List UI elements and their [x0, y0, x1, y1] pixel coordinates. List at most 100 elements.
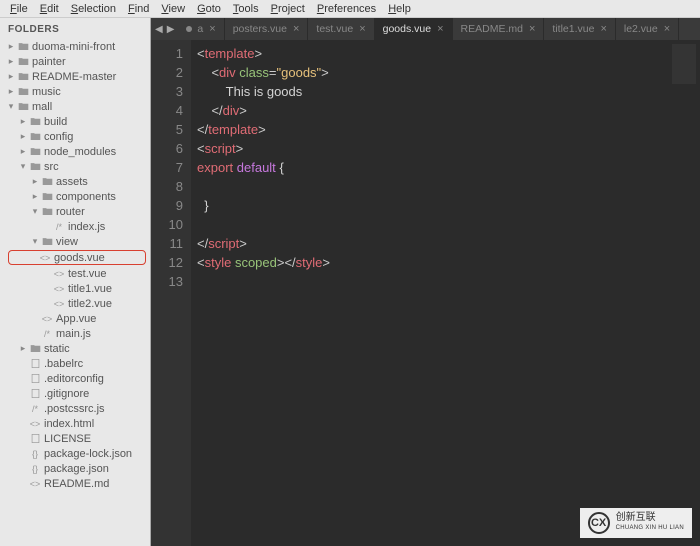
menu-tools[interactable]: Tools: [227, 3, 265, 15]
tree-item-src[interactable]: ▾src: [0, 159, 150, 174]
tree-label: README.md: [44, 478, 109, 490]
tree-label: .editorconfig: [44, 373, 104, 385]
close-icon[interactable]: ×: [209, 23, 215, 35]
tree-item-build[interactable]: ▸build: [0, 114, 150, 129]
tree-item-components[interactable]: ▸components: [0, 189, 150, 204]
tree-label: App.vue: [56, 313, 96, 325]
modified-dot-icon: [186, 26, 192, 32]
tree-item--gitignore[interactable]: .gitignore: [0, 386, 150, 401]
menu-find[interactable]: Find: [122, 3, 155, 15]
code-line[interactable]: <style scoped></style>: [197, 253, 700, 272]
expand-arrow-icon[interactable]: ▸: [18, 146, 28, 157]
menu-view[interactable]: View: [155, 3, 191, 15]
code-line[interactable]: This is goods: [197, 82, 700, 101]
folder-icon: [28, 116, 42, 127]
expand-arrow-icon[interactable]: ▸: [18, 131, 28, 142]
tree-item--postcssrc-js[interactable]: /*.postcssrc.js: [0, 401, 150, 416]
expand-arrow-icon[interactable]: ▸: [6, 86, 16, 97]
tree-item-index-js[interactable]: /*index.js: [0, 219, 150, 234]
tree-item-goods-vue[interactable]: <>goods.vue: [8, 250, 146, 265]
menu-preferences[interactable]: Preferences: [311, 3, 382, 15]
expand-arrow-icon[interactable]: ▾: [30, 236, 40, 247]
tree-item-title1-vue[interactable]: <>title1.vue: [0, 281, 150, 296]
tree-item-README-md[interactable]: <>README.md: [0, 476, 150, 491]
expand-arrow-icon[interactable]: ▾: [6, 101, 16, 112]
tree-item-README-master[interactable]: ▸README-master: [0, 69, 150, 84]
tree-item-mall[interactable]: ▾mall: [0, 99, 150, 114]
tree-item-duoma-mini-front[interactable]: ▸duoma-mini-front: [0, 39, 150, 54]
tree-item-view[interactable]: ▾view: [0, 234, 150, 249]
close-icon[interactable]: ×: [359, 23, 365, 35]
code-line[interactable]: <template>: [197, 44, 700, 63]
expand-arrow-icon[interactable]: ▸: [6, 41, 16, 52]
close-icon[interactable]: ×: [600, 23, 606, 35]
code-line[interactable]: </div>: [197, 101, 700, 120]
code-line[interactable]: [197, 272, 700, 291]
tab-label: le2.vue: [624, 23, 658, 35]
code-line[interactable]: </script>: [197, 234, 700, 253]
tree-item-App-vue[interactable]: <>App.vue: [0, 311, 150, 326]
expand-arrow-icon[interactable]: ▸: [6, 56, 16, 67]
expand-arrow-icon[interactable]: ▸: [30, 176, 40, 187]
close-icon[interactable]: ×: [437, 23, 443, 35]
expand-arrow-icon[interactable]: ▸: [18, 343, 28, 354]
code-editor[interactable]: 12345678910111213 <template> <div class=…: [151, 40, 700, 546]
code-line[interactable]: export default {: [197, 158, 700, 177]
tab-goods-vue[interactable]: goods.vue×: [375, 18, 453, 40]
expand-arrow-icon[interactable]: ▸: [30, 191, 40, 202]
code-line[interactable]: <script>: [197, 139, 700, 158]
close-icon[interactable]: ×: [529, 23, 535, 35]
tree-item-package-json[interactable]: {}package.json: [0, 461, 150, 476]
menu-help[interactable]: Help: [382, 3, 417, 15]
line-number: 10: [151, 215, 183, 234]
expand-arrow-icon[interactable]: ▾: [18, 161, 28, 172]
nav-next-icon[interactable]: ▶: [167, 24, 175, 35]
line-number: 3: [151, 82, 183, 101]
menu-goto[interactable]: Goto: [191, 3, 227, 15]
tree-label: .postcssrc.js: [44, 403, 105, 415]
tab-a[interactable]: a×: [178, 18, 224, 40]
menu-project[interactable]: Project: [265, 3, 311, 15]
menu-selection[interactable]: Selection: [65, 3, 122, 15]
code-content[interactable]: <template> <div class="goods"> This is g…: [191, 40, 700, 546]
tree-item-router[interactable]: ▾ router: [0, 204, 150, 219]
close-icon[interactable]: ×: [293, 23, 299, 35]
nav-prev-icon[interactable]: ◀: [155, 24, 163, 35]
tree-item-assets[interactable]: ▸assets: [0, 174, 150, 189]
expand-arrow-icon[interactable]: ▸: [6, 71, 16, 82]
folder-icon: [28, 131, 42, 142]
tree-item-index-html[interactable]: <>index.html: [0, 416, 150, 431]
tree-item-node_modules[interactable]: ▸node_modules: [0, 144, 150, 159]
tree-item-painter[interactable]: ▸painter: [0, 54, 150, 69]
menu-file[interactable]: File: [4, 3, 34, 15]
code-line[interactable]: <div class="goods">: [197, 63, 700, 82]
tree-item-main-js[interactable]: /*main.js: [0, 326, 150, 341]
tab-title1-vue[interactable]: title1.vue×: [544, 18, 615, 40]
code-line[interactable]: }: [197, 196, 700, 215]
minimap[interactable]: [672, 44, 696, 84]
tab-le2-vue[interactable]: le2.vue ×: [616, 18, 679, 40]
tab-test-vue[interactable]: test.vue×: [308, 18, 374, 40]
tree-item-title2-vue[interactable]: <>title2.vue: [0, 296, 150, 311]
tree-item-test-vue[interactable]: <>test.vue: [0, 266, 150, 281]
tree-item-package-lock-json[interactable]: {}package-lock.json: [0, 446, 150, 461]
tab-nav: ◀ ▶: [151, 18, 178, 40]
tab-README-md[interactable]: README.md×: [453, 18, 545, 40]
line-number: 4: [151, 101, 183, 120]
code-line[interactable]: [197, 215, 700, 234]
tree-item--babelrc[interactable]: .babelrc: [0, 356, 150, 371]
tree-label: router: [56, 206, 85, 218]
tree-item-config[interactable]: ▸config: [0, 129, 150, 144]
close-icon[interactable]: ×: [664, 23, 670, 35]
tree-item-static[interactable]: ▸static: [0, 341, 150, 356]
code-line[interactable]: </template>: [197, 120, 700, 139]
expand-arrow-icon[interactable]: ▸: [18, 116, 28, 127]
expand-arrow-icon[interactable]: ▾: [30, 206, 40, 217]
menu-edit[interactable]: Edit: [34, 3, 65, 15]
tree-item-LICENSE[interactable]: LICENSE: [0, 431, 150, 446]
tree-item--editorconfig[interactable]: .editorconfig: [0, 371, 150, 386]
file-icon: [28, 358, 42, 369]
code-line[interactable]: [197, 177, 700, 196]
tab-posters-vue[interactable]: posters.vue×: [225, 18, 309, 40]
tree-item-music[interactable]: ▸music: [0, 84, 150, 99]
